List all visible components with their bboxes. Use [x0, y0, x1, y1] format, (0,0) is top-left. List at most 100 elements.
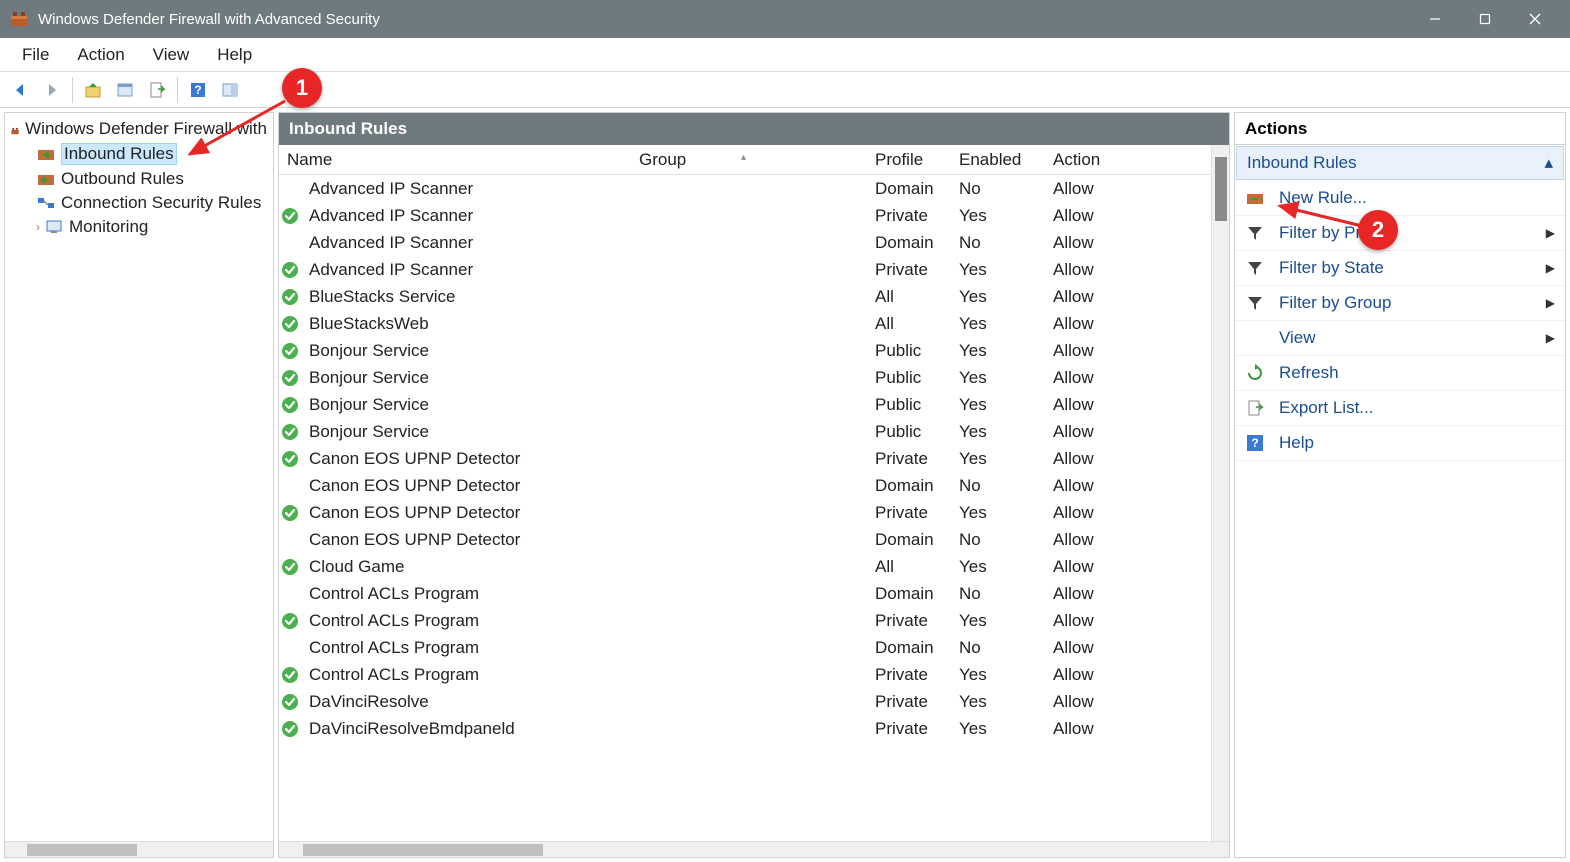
cell-action: Allow: [1045, 179, 1111, 199]
cell-enabled: Yes: [951, 692, 1045, 712]
cell-action: Allow: [1045, 530, 1111, 550]
action-help[interactable]: ?Help: [1235, 426, 1565, 461]
action-view[interactable]: View▶: [1235, 321, 1565, 356]
table-row[interactable]: Advanced IP ScannerDomainNoAllow: [279, 229, 1211, 256]
menu-file[interactable]: File: [8, 39, 63, 71]
refresh-icon: [1245, 363, 1265, 383]
export-button[interactable]: [143, 76, 171, 104]
table-row[interactable]: Canon EOS UPNP DetectorPrivateYesAllow: [279, 445, 1211, 472]
table-row[interactable]: Bonjour Service PublicYesAllow: [279, 364, 1211, 391]
cell-enabled: No: [951, 638, 1045, 658]
cell-enabled: Yes: [951, 368, 1045, 388]
rules-panel: Inbound Rules Name Group▴ Profile Enable…: [278, 112, 1230, 858]
table-row[interactable]: Bonjour ServicePublicYesAllow: [279, 418, 1211, 445]
action-export-list[interactable]: Export List...: [1235, 391, 1565, 426]
firewall-icon: [11, 120, 19, 138]
rules-vscrollbar[interactable]: [1211, 145, 1229, 841]
cell-name: Bonjour Service: [301, 368, 631, 388]
cell-action: Allow: [1045, 638, 1111, 658]
cell-profile: Private: [867, 611, 951, 631]
annotation-arrow-2: [1272, 198, 1368, 236]
chevron-right-icon: ▶: [1546, 296, 1555, 310]
cell-action: Allow: [1045, 503, 1111, 523]
action-label: View: [1279, 328, 1546, 348]
table-row[interactable]: Canon EOS UPNP DetectorPrivateYesAllow: [279, 499, 1211, 526]
cell-profile: Public: [867, 368, 951, 388]
col-action[interactable]: Action: [1045, 150, 1111, 170]
cell-enabled: Yes: [951, 314, 1045, 334]
cell-action: Allow: [1045, 422, 1111, 442]
cell-action: Allow: [1045, 449, 1111, 469]
cell-enabled: No: [951, 584, 1045, 604]
col-group[interactable]: Group▴: [631, 150, 867, 170]
cell-name: Control ACLs Program: [301, 665, 631, 685]
cell-enabled: Yes: [951, 503, 1045, 523]
properties-button[interactable]: [111, 76, 139, 104]
cell-profile: Domain: [867, 476, 951, 496]
cell-name: DaVinciResolve: [301, 692, 631, 712]
table-row[interactable]: Control ACLs ProgramDomainNoAllow: [279, 580, 1211, 607]
table-row[interactable]: BlueStacks ServiceAllYesAllow: [279, 283, 1211, 310]
cell-profile: Private: [867, 503, 951, 523]
forward-button[interactable]: [38, 76, 66, 104]
svg-text:?: ?: [194, 83, 201, 97]
cell-name: BlueStacks Service: [301, 287, 631, 307]
annotation-bubble-1: 1: [282, 68, 322, 108]
col-enabled[interactable]: Enabled: [951, 150, 1045, 170]
status-icon: [279, 207, 301, 225]
tree-connection-security[interactable]: Connection Security Rules: [7, 191, 271, 215]
cell-enabled: Yes: [951, 665, 1045, 685]
newrule-icon: [1245, 188, 1265, 208]
table-row[interactable]: DaVinciResolveBmdpaneldPrivateYesAllow: [279, 715, 1211, 742]
cell-name: Bonjour Service: [301, 422, 631, 442]
table-row[interactable]: Control ACLs ProgramDomainNoAllow: [279, 634, 1211, 661]
status-icon: [279, 558, 301, 576]
table-row[interactable]: DaVinciResolvePrivateYesAllow: [279, 688, 1211, 715]
table-row[interactable]: Bonjour ServicePublicYesAllow: [279, 391, 1211, 418]
table-row[interactable]: Canon EOS UPNP DetectorDomainNoAllow: [279, 526, 1211, 553]
cell-action: Allow: [1045, 368, 1111, 388]
maximize-button[interactable]: [1460, 0, 1510, 38]
up-button[interactable]: [79, 76, 107, 104]
rules-hscrollbar[interactable]: [279, 841, 1229, 857]
table-row[interactable]: Canon EOS UPNP DetectorDomainNoAllow: [279, 472, 1211, 499]
menubar: File Action View Help: [0, 38, 1570, 72]
table-row[interactable]: Bonjour ServicePublicYesAllow: [279, 337, 1211, 364]
table-row[interactable]: BlueStacksWebAllYesAllow: [279, 310, 1211, 337]
col-profile[interactable]: Profile: [867, 150, 951, 170]
action-filter-by-state[interactable]: Filter by State▶: [1235, 251, 1565, 286]
cell-enabled: Yes: [951, 449, 1045, 469]
status-icon: [279, 450, 301, 468]
table-row[interactable]: Cloud GameAllYesAllow: [279, 553, 1211, 580]
cell-name: Control ACLs Program: [301, 584, 631, 604]
tree-hscrollbar[interactable]: [5, 841, 273, 857]
chevron-right-icon: ▶: [1546, 331, 1555, 345]
table-row[interactable]: Control ACLs ProgramPrivateYesAllow: [279, 607, 1211, 634]
cell-name: Cloud Game: [301, 557, 631, 577]
cell-profile: Domain: [867, 584, 951, 604]
cell-name: DaVinciResolveBmdpaneld: [301, 719, 631, 739]
actions-section-header[interactable]: Inbound Rules ▴: [1236, 146, 1564, 180]
table-row[interactable]: Control ACLs ProgramPrivateYesAllow: [279, 661, 1211, 688]
toolbar-separator: [177, 77, 178, 103]
back-button[interactable]: [6, 76, 34, 104]
tree-outbound-rules[interactable]: Outbound Rules: [7, 167, 271, 191]
close-button[interactable]: [1510, 0, 1560, 38]
table-row[interactable]: Advanced IP ScannerPrivateYesAllow: [279, 256, 1211, 283]
help-icon: ?: [1245, 433, 1265, 453]
action-refresh[interactable]: Refresh: [1235, 356, 1565, 391]
cell-profile: Private: [867, 719, 951, 739]
minimize-button[interactable]: [1410, 0, 1460, 38]
menu-action[interactable]: Action: [63, 39, 138, 71]
rules-header: Inbound Rules: [279, 113, 1229, 145]
outbound-icon: [37, 170, 55, 188]
table-row[interactable]: Advanced IP ScannerPrivateYesAllow: [279, 202, 1211, 229]
menu-help[interactable]: Help: [203, 39, 266, 71]
action-filter-by-group[interactable]: Filter by Group▶: [1235, 286, 1565, 321]
menu-view[interactable]: View: [139, 39, 204, 71]
tree-monitoring[interactable]: › Monitoring: [7, 215, 271, 239]
table-row[interactable]: Advanced IP ScannerDomainNoAllow: [279, 175, 1211, 202]
col-name[interactable]: Name: [279, 150, 631, 170]
expand-icon[interactable]: ›: [31, 220, 45, 234]
cell-name: Canon EOS UPNP Detector: [301, 449, 631, 469]
